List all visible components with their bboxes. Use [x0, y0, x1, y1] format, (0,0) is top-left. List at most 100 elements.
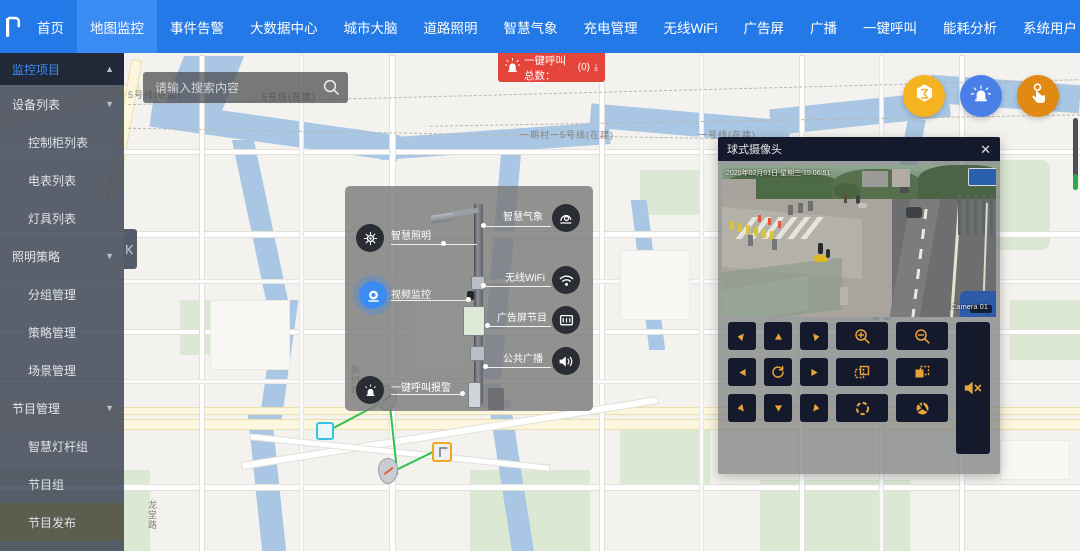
ptz-right-button[interactable]	[800, 358, 828, 386]
pole-call-box	[468, 382, 481, 408]
ptz-up-right-button[interactable]	[800, 322, 828, 350]
ptz-auto-rotate-button[interactable]	[764, 358, 792, 386]
map-label: 龙堂路	[147, 500, 157, 530]
hand-touch-icon	[1028, 82, 1048, 110]
chevron-up-icon: ▲	[105, 63, 114, 74]
search-input[interactable]	[155, 80, 323, 95]
device-node-label: 视频监控	[391, 290, 431, 301]
device-node-wireless-wifi-icon[interactable]	[552, 266, 580, 294]
sidebar-group-program-management[interactable]: 节目管理 ▼	[0, 389, 124, 427]
device-node-label: 广告屏节目	[497, 313, 547, 324]
iris-open-button[interactable]	[836, 394, 888, 422]
alarm-siren-icon	[504, 57, 521, 77]
alarm-button[interactable]	[960, 75, 1002, 117]
map-marker-lamp[interactable]	[432, 442, 452, 462]
street-lamp-logo[interactable]	[0, 0, 24, 53]
camera-video-feed[interactable]: 2020年02月01日 星期三 15:06:51 Camera 01	[722, 165, 996, 317]
device-node-smart-lighting-icon[interactable]	[356, 224, 384, 252]
map-search-bar[interactable]	[143, 72, 348, 103]
device-node-label: 智慧照明	[391, 231, 431, 242]
sidebar-item-control-cabinet-list[interactable]: 控制柜列表	[0, 123, 124, 161]
sidebar-header-monitoring-project[interactable]: 监控项目 ▲	[0, 53, 124, 85]
video-timestamp: 2020年02月01日 星期三 15:06:51	[726, 170, 831, 177]
sidebar-group-label: 节目管理	[12, 401, 61, 416]
nav-item-system-user[interactable]: 系统用户	[1010, 0, 1080, 53]
device-node-ad-screen-program-icon[interactable]	[552, 306, 580, 334]
sidebar-group-device-list[interactable]: 设备列表 ▼	[0, 85, 124, 123]
nav-item-big-data-center[interactable]: 大数据中心	[237, 0, 331, 53]
sidebar-item-strategy-management[interactable]: 策略管理	[0, 313, 124, 351]
device-node-public-broadcast-icon[interactable]	[552, 347, 580, 375]
scrollbar-thumb[interactable]	[1073, 174, 1078, 190]
focus-near-button[interactable]	[836, 358, 888, 386]
nav-item-home[interactable]: 首页	[24, 0, 77, 53]
nav-item-event-alarm[interactable]: 事件告警	[157, 0, 237, 53]
sidebar-item-smart-pole-group[interactable]: 智慧灯杆组	[0, 427, 124, 465]
sidebar-item-program-publish[interactable]: 节目发布	[0, 503, 124, 541]
nav-item-broadcast[interactable]: 广播	[797, 0, 850, 53]
ptz-down-left-button[interactable]	[728, 394, 756, 422]
chevron-double-down-icon[interactable]: ⤓	[594, 62, 598, 73]
statistics-button[interactable]	[903, 75, 945, 117]
nav-item-list: 首页 地图监控 事件告警 大数据中心 城市大脑 道路照明 智慧气象 充电管理 无…	[24, 0, 1080, 53]
sidebar-item-meter-list[interactable]: 电表列表	[0, 161, 124, 199]
ptz-down-right-button[interactable]	[800, 394, 828, 422]
camera-panel-title: 球式摄像头	[727, 144, 782, 156]
nav-item-energy-analysis[interactable]: 能耗分析	[930, 0, 1010, 53]
sidebar-header-label: 监控项目	[12, 62, 61, 77]
device-node-label: 一键呼叫报警	[391, 383, 451, 394]
focus-far-button[interactable]	[896, 358, 948, 386]
ptz-up-left-button[interactable]	[728, 322, 756, 350]
device-node-emergency-call-icon[interactable]	[356, 376, 384, 404]
camera-control-area	[728, 322, 990, 454]
dome-camera-panel: 球式摄像头 ✕ 2020年02月01日 星期三 15:06:51 Camera …	[718, 137, 1000, 474]
smart-pole-illustration	[474, 204, 483, 404]
nav-item-one-key-call[interactable]: 一键呼叫	[850, 0, 930, 53]
ptz-down-button[interactable]	[764, 394, 792, 422]
nav-item-road-lighting[interactable]: 道路照明	[411, 0, 491, 53]
map-vertical-scrollbar[interactable]	[1073, 118, 1078, 190]
camera-panel-header: 球式摄像头 ✕	[718, 137, 1000, 161]
sidebar-collapse-handle[interactable]	[124, 229, 137, 269]
sidebar-item-scene-management[interactable]: 场景管理	[0, 351, 124, 389]
close-icon[interactable]: ✕	[980, 143, 991, 156]
chevron-down-icon: ▼	[105, 250, 114, 261]
device-node-smart-weather-icon[interactable]	[552, 204, 580, 232]
ptz-left-button[interactable]	[728, 358, 756, 386]
nav-item-wireless-wifi[interactable]: 无线WiFi	[651, 0, 731, 53]
sidebar-item-group-management[interactable]: 分组管理	[0, 275, 124, 313]
iris-close-button[interactable]	[896, 394, 948, 422]
sidebar-group-label: 照明策略	[12, 249, 61, 264]
nav-item-ad-screen[interactable]: 广告屏	[731, 0, 798, 53]
zoom-out-button[interactable]	[896, 322, 948, 350]
ptz-up-button[interactable]	[764, 322, 792, 350]
nav-item-city-brain[interactable]: 城市大脑	[331, 0, 411, 53]
one-key-call-total-badge[interactable]: 一键呼叫总数： (0) ⤓	[498, 53, 605, 82]
sidebar-group-lighting-strategy[interactable]: 照明策略 ▼	[0, 237, 124, 275]
smart-city-lighting-app: 5号线(在建) 5号线(在建) 一期村一5号线(在建) 一号线(在建) 枫树路 …	[0, 0, 1080, 551]
zoom-in-button[interactable]	[836, 322, 888, 350]
nav-item-map-monitoring[interactable]: 地图监控	[77, 0, 157, 53]
alarm-badge-label: 一键呼叫总数：	[524, 54, 566, 82]
search-icon[interactable]	[323, 79, 340, 96]
pole-speaker-box	[470, 346, 485, 361]
sidebar-group-label: 设备列表	[12, 97, 61, 112]
sidebar-item-lamp-list[interactable]: 灯具列表	[0, 199, 124, 237]
camera-function-buttons	[836, 322, 948, 454]
nav-item-smart-weather[interactable]: 智慧气象	[491, 0, 571, 53]
pole-ad-screen	[463, 306, 485, 336]
camera-name-label: Camera 01	[950, 302, 988, 311]
map-marker-pole-bottom[interactable]	[378, 458, 398, 484]
touch-control-button[interactable]	[1017, 75, 1059, 117]
device-node-video-monitoring-icon[interactable]	[359, 281, 387, 309]
pole-lamp-head	[430, 212, 456, 224]
device-node-label: 智慧气象	[503, 212, 543, 223]
siren-bell-icon	[970, 83, 992, 110]
left-sidebar: 监控项目 ▲ 设备列表 ▼ 控制柜列表 电表列表 灯具列表 照明策略 ▼ 分组管…	[0, 53, 124, 551]
smart-pole-device-diagram-panel: 智慧照明 视频监控 一键呼叫报警 智慧气象 无线WiFi 广告屏节目 公共广播	[345, 186, 593, 411]
mute-button[interactable]	[956, 322, 990, 454]
sidebar-item-program-group[interactable]: 节目组	[0, 465, 124, 503]
nav-item-charging-management[interactable]: 充电管理	[571, 0, 651, 53]
device-node-label: 无线WiFi	[505, 273, 545, 284]
map-marker-cabinet[interactable]	[316, 422, 334, 440]
